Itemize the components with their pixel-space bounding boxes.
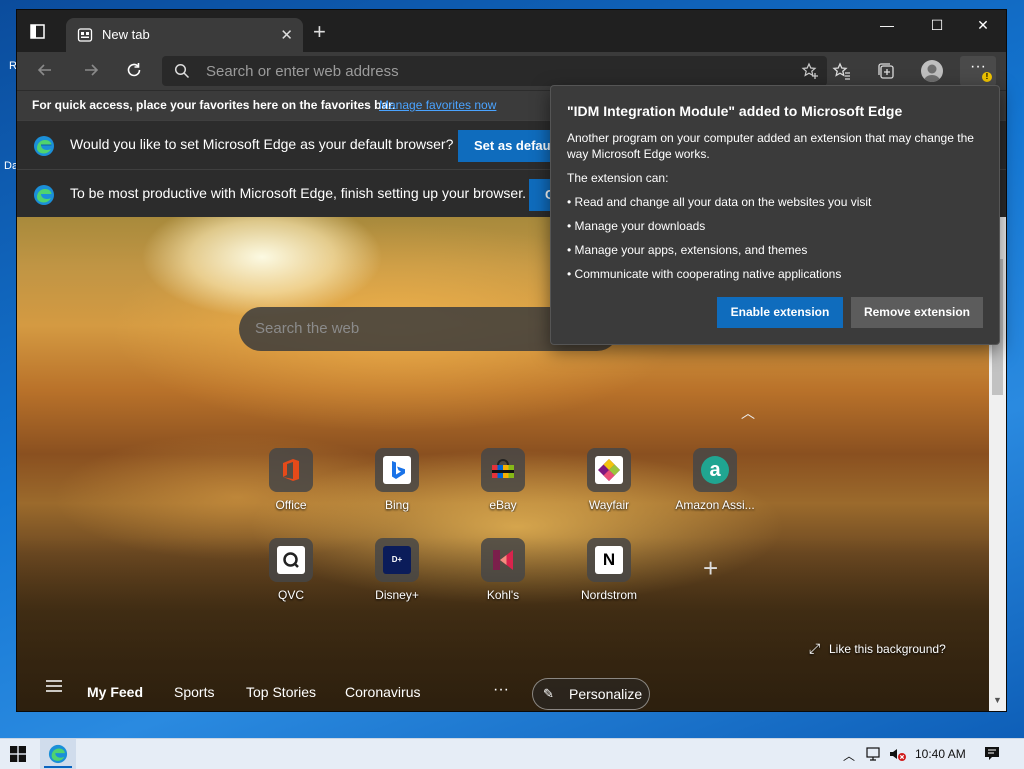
windows-taskbar: ︿ 10:40 AM bbox=[0, 738, 1024, 769]
permission-item: • Communicate with cooperating native ap… bbox=[567, 267, 842, 281]
chevron-up-icon[interactable]: ︿ bbox=[741, 403, 755, 423]
permission-item: • Manage your downloads bbox=[567, 219, 706, 233]
notifications-icon[interactable] bbox=[983, 745, 1001, 764]
back-icon[interactable] bbox=[33, 60, 57, 82]
scroll-down-arrow-icon[interactable]: ▼ bbox=[993, 695, 1002, 705]
close-window-button[interactable]: ✕ bbox=[960, 10, 1006, 42]
favorites-bar-hint: For quick access, place your favorites h… bbox=[32, 98, 396, 112]
qvc-icon bbox=[269, 538, 313, 582]
extension-added-dialog: "IDM Integration Module" added to Micros… bbox=[550, 85, 1000, 345]
tile-label: Kohl's bbox=[486, 588, 520, 602]
feed-tab-my-feed[interactable]: My Feed bbox=[87, 684, 143, 700]
add-favorite-icon[interactable] bbox=[801, 62, 819, 80]
warning-icon: ! bbox=[982, 72, 992, 82]
tab-actions-icon[interactable] bbox=[29, 24, 47, 40]
office-icon bbox=[269, 448, 313, 492]
dialog-permissions-heading: The extension can: bbox=[567, 171, 669, 185]
disney-icon: D+ bbox=[375, 538, 419, 582]
quick-link-office[interactable]: Office bbox=[246, 448, 336, 528]
edge-logo-icon bbox=[33, 135, 55, 157]
news-feed-bar: My Feed Sports Top Stories Coronavirus ·… bbox=[17, 669, 989, 711]
desktop-icon-label[interactable]: Da bbox=[4, 160, 18, 172]
dialog-description: Another program on your computer added a… bbox=[567, 131, 974, 161]
kohls-icon bbox=[481, 538, 525, 582]
feed-tab-coronavirus[interactable]: Coronavirus bbox=[345, 684, 420, 700]
quick-link-ebay[interactable]: eBay bbox=[458, 448, 548, 528]
new-tab-button[interactable]: + bbox=[313, 21, 326, 43]
settings-and-more-button[interactable]: ··· ! bbox=[960, 56, 996, 86]
infobar-message: To be most productive with Microsoft Edg… bbox=[70, 185, 526, 201]
quick-link-qvc[interactable]: QVC bbox=[246, 538, 336, 618]
quick-link-nordstrom[interactable]: N Nordstrom bbox=[564, 538, 654, 618]
wayfair-icon bbox=[587, 448, 631, 492]
search-icon bbox=[174, 63, 190, 79]
quick-link-kohls[interactable]: Kohl's bbox=[458, 538, 548, 618]
enable-extension-button[interactable]: Enable extension bbox=[717, 297, 843, 328]
nordstrom-icon: N bbox=[587, 538, 631, 582]
address-placeholder: Search or enter web address bbox=[206, 63, 399, 80]
tile-label: Bing bbox=[384, 498, 410, 512]
like-background-link[interactable]: ⤢ Like this background? bbox=[809, 640, 946, 656]
hamburger-menu-icon[interactable] bbox=[45, 679, 63, 693]
quick-link-disney-plus[interactable]: D+ Disney+ bbox=[352, 538, 442, 618]
profile-avatar[interactable] bbox=[921, 60, 943, 82]
refresh-icon[interactable] bbox=[122, 60, 146, 82]
manage-favorites-link[interactable]: Manage favorites now bbox=[379, 98, 496, 112]
tile-label: Nordstrom bbox=[580, 588, 637, 602]
forward-icon[interactable] bbox=[79, 60, 103, 82]
desktop-icon-label[interactable]: R bbox=[9, 60, 17, 72]
collections-icon[interactable] bbox=[876, 61, 896, 81]
title-bar: New tab ✕ + — ☐ ✕ bbox=[17, 10, 1006, 52]
edge-logo-icon bbox=[33, 184, 55, 206]
tile-label: Wayfair bbox=[588, 498, 630, 512]
personalize-label: Personalize bbox=[569, 686, 643, 702]
favorites-icon[interactable] bbox=[832, 61, 852, 81]
dialog-title: "IDM Integration Module" added to Micros… bbox=[567, 103, 903, 119]
bing-icon bbox=[375, 448, 419, 492]
pencil-icon: ✎ bbox=[543, 686, 554, 701]
permission-item: • Manage your apps, extensions, and them… bbox=[567, 243, 808, 257]
personalize-button[interactable]: ✎ Personalize bbox=[532, 678, 650, 710]
address-bar[interactable]: Search or enter web address bbox=[162, 56, 827, 86]
feed-tab-sports[interactable]: Sports bbox=[174, 684, 214, 700]
expand-icon: ⤢ bbox=[809, 640, 821, 656]
maximize-button[interactable]: ☐ bbox=[914, 10, 960, 42]
quick-link-amazon-assistant[interactable]: a Amazon Assi... bbox=[670, 448, 760, 528]
feed-more-button[interactable]: ··· bbox=[493, 681, 509, 699]
quick-link-wayfair[interactable]: Wayfair bbox=[564, 448, 654, 528]
edge-logo-icon bbox=[48, 744, 68, 767]
tile-label: Amazon Assi... bbox=[675, 498, 755, 512]
quick-link-bing[interactable]: Bing bbox=[352, 448, 442, 528]
clock[interactable]: 10:40 AM bbox=[915, 747, 966, 761]
like-background-label: Like this background? bbox=[829, 642, 946, 656]
volume-muted-icon[interactable] bbox=[888, 746, 908, 765]
permission-item: • Read and change all your data on the w… bbox=[567, 195, 872, 209]
feed-tab-top-stories[interactable]: Top Stories bbox=[246, 684, 316, 700]
tile-label: eBay bbox=[489, 498, 517, 512]
tab-new-tab[interactable]: New tab ✕ bbox=[66, 18, 303, 52]
minimize-button[interactable]: — bbox=[864, 10, 910, 42]
tile-label: QVC bbox=[277, 588, 304, 602]
tab-title: New tab bbox=[102, 27, 150, 42]
show-hidden-icons-icon[interactable]: ︿ bbox=[843, 747, 855, 764]
new-tab-page-icon bbox=[77, 27, 93, 43]
taskbar-edge-button[interactable] bbox=[40, 739, 76, 769]
ebay-icon bbox=[481, 448, 525, 492]
network-icon[interactable] bbox=[866, 746, 884, 765]
tab-close-icon[interactable]: ✕ bbox=[280, 26, 293, 44]
tile-label: Office bbox=[275, 498, 307, 512]
infobar-message: Would you like to set Microsoft Edge as … bbox=[70, 136, 454, 152]
add-quick-link-button[interactable]: + bbox=[703, 553, 718, 584]
remove-extension-button[interactable]: Remove extension bbox=[851, 297, 983, 328]
tile-label: Disney+ bbox=[375, 588, 419, 602]
windows-start-icon[interactable] bbox=[10, 746, 26, 762]
web-search-placeholder: Search the web bbox=[255, 320, 360, 337]
amazon-icon: a bbox=[693, 448, 737, 492]
